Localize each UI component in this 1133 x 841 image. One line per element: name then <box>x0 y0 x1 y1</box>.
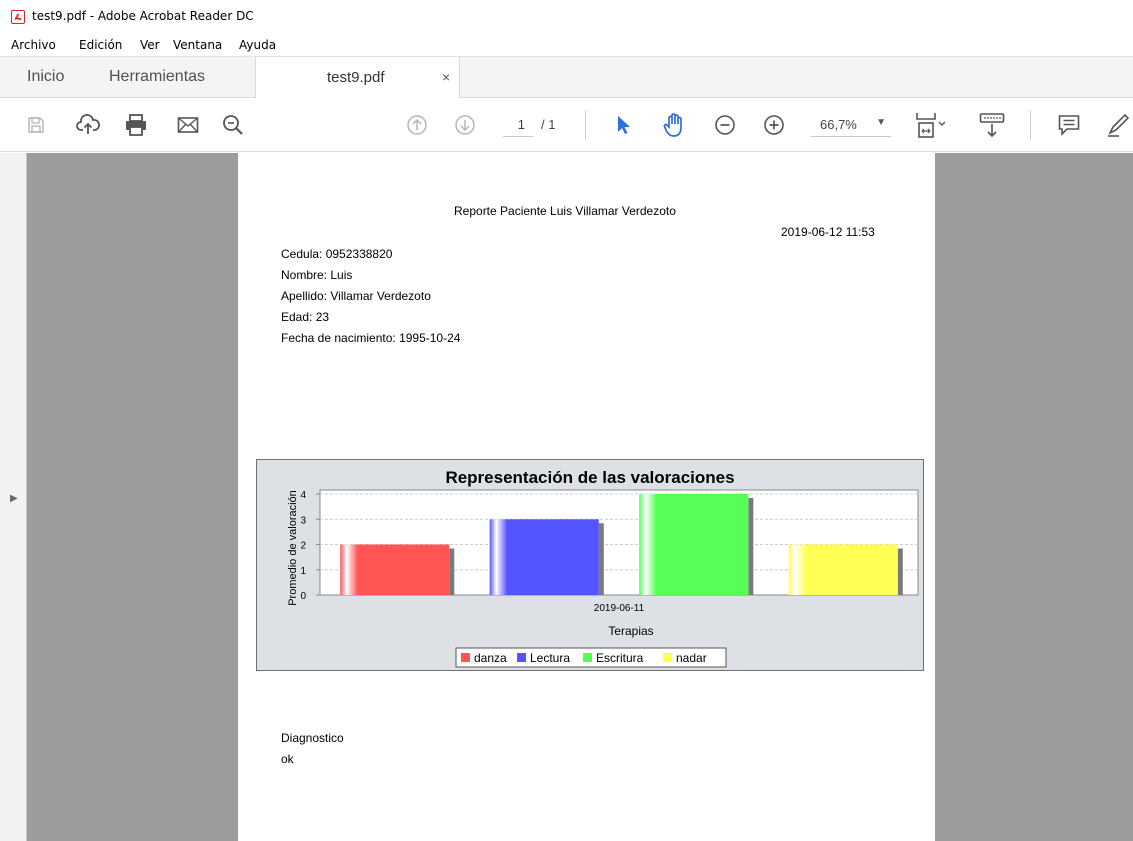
toolbar-divider <box>1030 110 1031 140</box>
document-tab-title: test9.pdf <box>327 69 385 86</box>
comment-icon[interactable] <box>1055 111 1083 139</box>
chart-canvas: Representación de las valoraciones Prome… <box>287 468 919 668</box>
page-down-icon[interactable] <box>451 111 479 139</box>
select-arrow-icon[interactable] <box>609 111 637 139</box>
print-icon[interactable] <box>122 111 150 139</box>
chart-bar-lectura <box>489 519 599 595</box>
menu-ayuda[interactable]: Ayuda <box>239 38 276 52</box>
chart-y-tick-label: 3 <box>300 515 306 526</box>
menu-archivo[interactable]: Archivo <box>11 38 56 52</box>
pdf-page: Reporte Paciente Luis Villamar Verdezoto… <box>238 153 935 841</box>
left-navigation-rail: ▶ <box>0 153 27 841</box>
window-title: test9.pdf - Adobe Acrobat Reader DC <box>32 9 254 23</box>
page-up-icon[interactable] <box>403 111 431 139</box>
menu-bar: Archivo Edición Ver Ventana Ayuda <box>0 34 1133 56</box>
chart-bar-shadow <box>598 523 604 595</box>
scroll-mode-icon[interactable] <box>978 111 1006 139</box>
title-bar: test9.pdf - Adobe Acrobat Reader DC <box>0 0 1133 34</box>
chart-x-tick-label: 2019-06-11 <box>594 603 645 614</box>
chart-legend-swatch <box>663 653 672 662</box>
info-apellido: Apellido: Villamar Verdezoto <box>281 289 431 303</box>
chart-y-tick-label: 1 <box>300 566 306 577</box>
valoraciones-chart: Representación de las valoraciones Prome… <box>256 459 924 671</box>
chart-bar-danza <box>340 544 450 595</box>
info-edad: Edad: 23 <box>281 310 330 324</box>
menu-ver[interactable]: Ver <box>140 38 160 52</box>
upload-cloud-icon[interactable] <box>74 111 102 139</box>
tab-bar: Inicio Herramientas test9.pdf × <box>0 56 1133 99</box>
tab-inicio[interactable]: Inicio <box>27 68 64 86</box>
save-icon[interactable] <box>22 111 50 139</box>
chart-bar-nadar <box>788 544 898 595</box>
chart-bar-shadow <box>748 498 754 595</box>
chart-legend-label: danza <box>474 651 507 665</box>
close-tab-icon[interactable]: × <box>442 69 450 85</box>
chart-y-tick-label: 0 <box>300 591 306 602</box>
chart-bar-shadow <box>897 548 903 595</box>
page-total: / 1 <box>541 117 556 132</box>
zoom-search-icon[interactable] <box>219 111 247 139</box>
hand-tool-icon[interactable] <box>660 111 688 139</box>
report-date: 2019-06-12 11:53 <box>781 225 875 239</box>
expand-panel-icon[interactable]: ▶ <box>10 493 18 504</box>
chart-legend-label: Escritura <box>596 651 644 665</box>
diagnosis-value: ok <box>281 752 294 766</box>
zoom-out-icon[interactable] <box>711 111 739 139</box>
report-title: Reporte Paciente Luis Villamar Verdezoto <box>454 204 676 218</box>
email-icon[interactable] <box>174 111 202 139</box>
chart-bar-shadow <box>449 548 455 595</box>
highlight-pen-icon[interactable] <box>1104 111 1132 139</box>
chart-y-axis-label: Promedio de valoración <box>287 490 299 606</box>
chart-legend-label: Lectura <box>530 651 570 665</box>
chart-y-tick-label: 2 <box>300 541 306 552</box>
chart-bar-escritura <box>639 494 749 595</box>
info-fecha-nacimiento: Fecha de nacimiento: 1995-10-24 <box>281 331 461 345</box>
chart-legend-swatch <box>461 653 470 662</box>
fit-page-icon[interactable] <box>914 111 950 139</box>
chart-x-axis-label: Terapias <box>608 624 653 638</box>
tab-document[interactable]: test9.pdf × <box>255 57 460 99</box>
acrobat-logo-icon <box>11 10 25 24</box>
page-number-input[interactable]: 1 <box>503 113 533 137</box>
document-viewer[interactable]: ▶ Reporte Paciente Luis Villamar Verdezo… <box>0 153 1133 841</box>
acrobat-window: test9.pdf - Adobe Acrobat Reader DC Arch… <box>0 0 1133 841</box>
chart-legend-swatch <box>517 653 526 662</box>
info-cedula: Cedula: 0952338820 <box>281 247 393 261</box>
toolbar-divider <box>585 110 586 140</box>
chart-y-tick-label: 4 <box>300 490 306 501</box>
toolbar: 1 / 1 66,7% ▼ <box>0 98 1133 152</box>
menu-ventana[interactable]: Ventana <box>173 38 222 52</box>
info-nombre: Nombre: Luis <box>281 268 353 282</box>
zoom-in-icon[interactable] <box>760 111 788 139</box>
diagnosis-label: Diagnostico <box>281 731 344 745</box>
zoom-level-value: 66,7% <box>820 117 857 132</box>
chart-legend-label: nadar <box>676 651 707 665</box>
chevron-down-icon: ▼ <box>876 117 886 128</box>
chart-legend-swatch <box>583 653 592 662</box>
tab-herramientas[interactable]: Herramientas <box>109 68 205 86</box>
zoom-level-select[interactable]: 66,7% ▼ <box>811 113 891 137</box>
menu-edicion[interactable]: Edición <box>79 38 122 52</box>
chart-title: Representación de las valoraciones <box>445 468 734 487</box>
